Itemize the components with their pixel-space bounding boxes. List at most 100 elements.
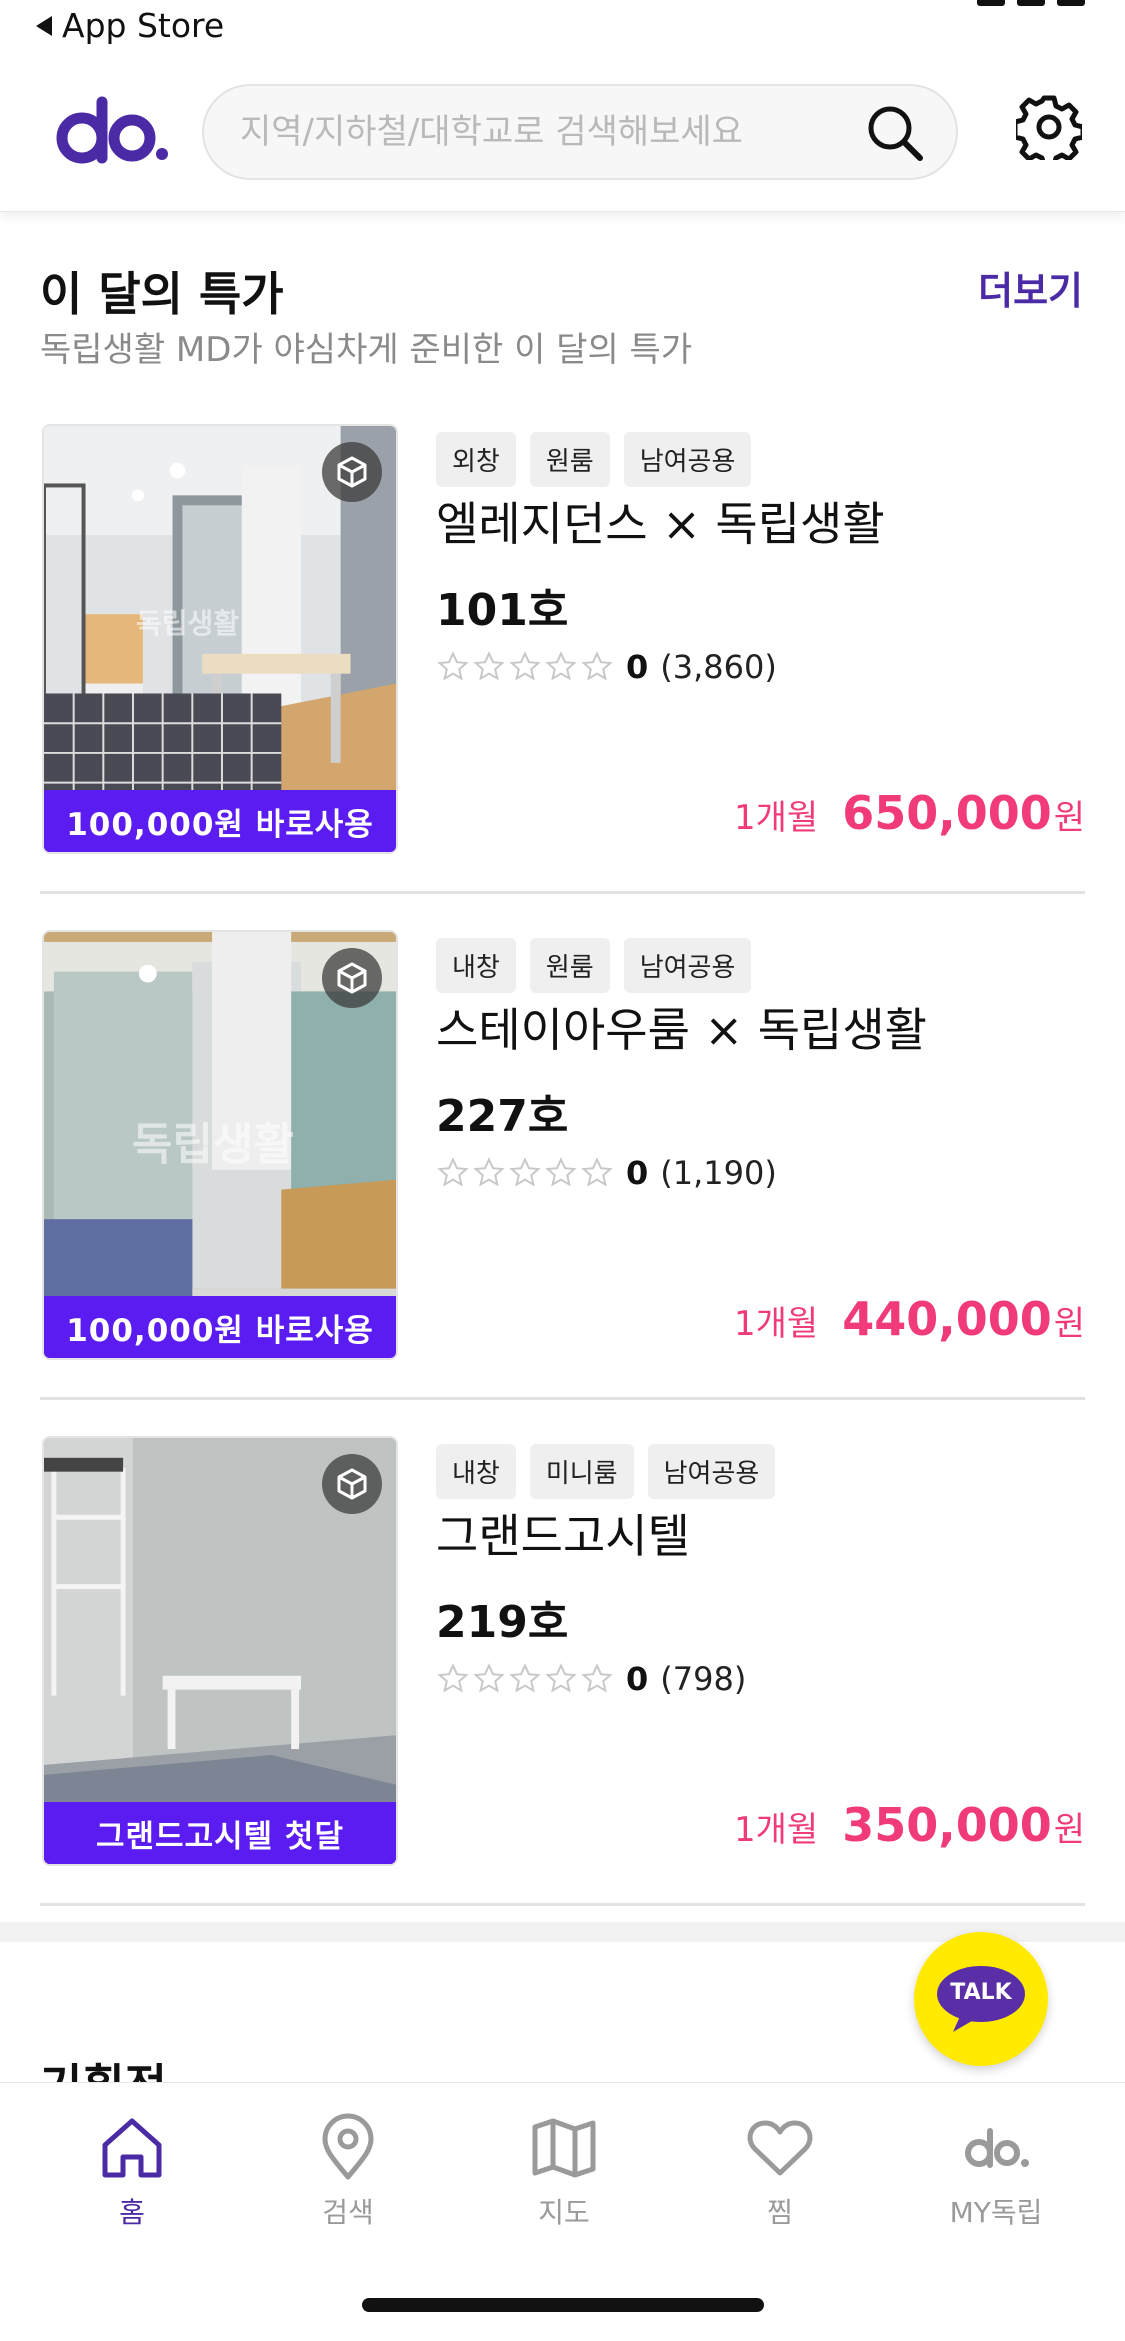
- price-amount: 350,000: [842, 1798, 1052, 1852]
- tag: 내창: [436, 1444, 516, 1499]
- star-icon: [509, 1157, 541, 1187]
- home-icon: [102, 2118, 162, 2178]
- nav-item-favorites[interactable]: 찜: [690, 2113, 870, 2243]
- star-icon: [581, 1663, 613, 1693]
- star-icon: [437, 1663, 469, 1693]
- room-number: 101호: [436, 585, 569, 636]
- listing-tags: 외창 원룸 남여공용: [436, 432, 752, 487]
- tag: 내창: [436, 938, 516, 993]
- back-to-app-store[interactable]: App Store: [36, 6, 224, 45]
- section-subtitle: 독립생활 MD가 야심차게 준비한 이 달의 특가: [40, 330, 693, 370]
- star-rating-icon: [436, 1662, 614, 1696]
- tag: 미니룸: [529, 1444, 634, 1499]
- nav-item-search[interactable]: 검색: [258, 2113, 438, 2243]
- price-period: 1개월: [734, 1810, 819, 1850]
- back-app-label: App Store: [62, 6, 225, 45]
- vr-tour-icon[interactable]: [322, 442, 382, 502]
- review-count: (3,860): [660, 648, 777, 686]
- location-pin-icon: [322, 2113, 374, 2180]
- signal-icon: [977, 0, 1005, 6]
- star-icon: [545, 1663, 577, 1693]
- section-title: 이 달의 특가: [40, 267, 284, 321]
- rating-row: 0 (798): [436, 1660, 746, 1698]
- tag: 외창: [436, 432, 516, 487]
- nav-label: 지도: [538, 2196, 590, 2229]
- see-more-link[interactable]: 더보기: [978, 260, 1083, 315]
- photo-watermark: 독립생활: [132, 1119, 294, 1170]
- price-unit: 원: [1053, 1304, 1085, 1344]
- listing-name[interactable]: 스테이아우룸 × 독립생활: [436, 994, 927, 1060]
- kakao-talk-button[interactable]: TALK: [914, 1932, 1048, 2066]
- rating-score: 0: [626, 1660, 649, 1698]
- star-icon: [473, 1663, 505, 1693]
- rating-score: 0: [626, 648, 649, 686]
- star-rating-icon: [436, 1156, 614, 1190]
- price-period: 1개월: [734, 1304, 819, 1344]
- nav-label: 찜: [767, 2196, 793, 2229]
- nav-item-map[interactable]: 지도: [474, 2113, 654, 2243]
- price-unit: 원: [1053, 798, 1085, 838]
- star-icon: [545, 1157, 577, 1187]
- status-icons: [977, 0, 1085, 8]
- rating-score: 0: [626, 1154, 649, 1192]
- star-icon: [509, 651, 541, 681]
- star-rating-icon: [436, 650, 614, 684]
- wifi-icon: [1017, 0, 1045, 6]
- room-number: 227호: [436, 1091, 569, 1142]
- back-arrow-icon: [36, 15, 52, 36]
- listing-photo[interactable]: 그랜드고시텔 첫달: [42, 1436, 398, 1866]
- vr-tour-icon[interactable]: [322, 1454, 382, 1514]
- nav-item-my[interactable]: MY독립: [906, 2113, 1086, 2243]
- price-row: 1개월 650,000 원: [734, 786, 1085, 840]
- star-icon: [509, 1663, 541, 1693]
- brand-logo-icon: [965, 2128, 1029, 2168]
- price-amount: 440,000: [842, 1292, 1052, 1346]
- heart-icon: [747, 2120, 813, 2176]
- listing-photo[interactable]: 독립생활 100,000원 바로사용: [42, 930, 398, 1360]
- listing-name[interactable]: 엘레지던스 × 독립생활: [436, 488, 885, 554]
- brand-logo-icon[interactable]: [52, 94, 172, 174]
- nav-item-home[interactable]: 홈: [42, 2113, 222, 2243]
- star-icon: [581, 651, 613, 681]
- vr-tour-icon[interactable]: [322, 948, 382, 1008]
- search-input[interactable]: [240, 86, 840, 178]
- listing-card[interactable]: 독립생활 100,000원 바로사용 내창 원룸 남여공용 스테이아우룸 × 독…: [40, 930, 1085, 1400]
- app-header: [0, 62, 1125, 212]
- nav-label: 검색: [322, 2196, 374, 2229]
- star-icon: [473, 651, 505, 681]
- home-indicator[interactable]: [362, 2298, 764, 2312]
- price-row: 1개월 350,000 원: [734, 1798, 1085, 1852]
- star-icon: [545, 651, 577, 681]
- battery-icon: [1057, 0, 1085, 6]
- rating-row: 0 (3,860): [436, 648, 777, 686]
- promo-banner: 100,000원 바로사용: [44, 790, 396, 852]
- tag: 남여공용: [623, 432, 752, 487]
- star-icon: [437, 1157, 469, 1187]
- gear-icon[interactable]: [1016, 94, 1082, 160]
- price-amount: 650,000: [842, 786, 1052, 840]
- nav-label: 홈: [119, 2196, 145, 2229]
- room-number: 219호: [436, 1597, 569, 1648]
- star-icon: [437, 651, 469, 681]
- tag: 남여공용: [647, 1444, 776, 1499]
- price-row: 1개월 440,000 원: [734, 1292, 1085, 1346]
- rating-row: 0 (1,190): [436, 1154, 777, 1192]
- listing-tags: 내창 원룸 남여공용: [436, 938, 752, 993]
- status-bar: App Store: [0, 0, 1125, 52]
- listing-card[interactable]: 독립생활 100,000원 바로사용 외창 원룸 남여공용 엘레지던스 × 독립…: [40, 424, 1085, 894]
- listing-card[interactable]: 그랜드고시텔 첫달 내창 미니룸 남여공용 그랜드고시텔 219호 0 (798…: [40, 1436, 1085, 1906]
- nav-label: MY독립: [949, 2196, 1043, 2229]
- star-icon: [473, 1157, 505, 1187]
- promo-banner: 100,000원 바로사용: [44, 1296, 396, 1358]
- listing-tags: 내창 미니룸 남여공용: [436, 1444, 776, 1499]
- tag: 원룸: [529, 938, 610, 993]
- listing-photo[interactable]: 독립생활 100,000원 바로사용: [42, 424, 398, 854]
- promo-banner: 그랜드고시텔 첫달: [44, 1802, 396, 1864]
- price-unit: 원: [1053, 1810, 1085, 1850]
- search-icon[interactable]: [864, 102, 926, 164]
- map-icon: [532, 2118, 596, 2178]
- search-bar[interactable]: [202, 84, 958, 180]
- listing-name[interactable]: 그랜드고시텔: [436, 1500, 690, 1566]
- star-icon: [581, 1157, 613, 1187]
- tag: 원룸: [529, 432, 610, 487]
